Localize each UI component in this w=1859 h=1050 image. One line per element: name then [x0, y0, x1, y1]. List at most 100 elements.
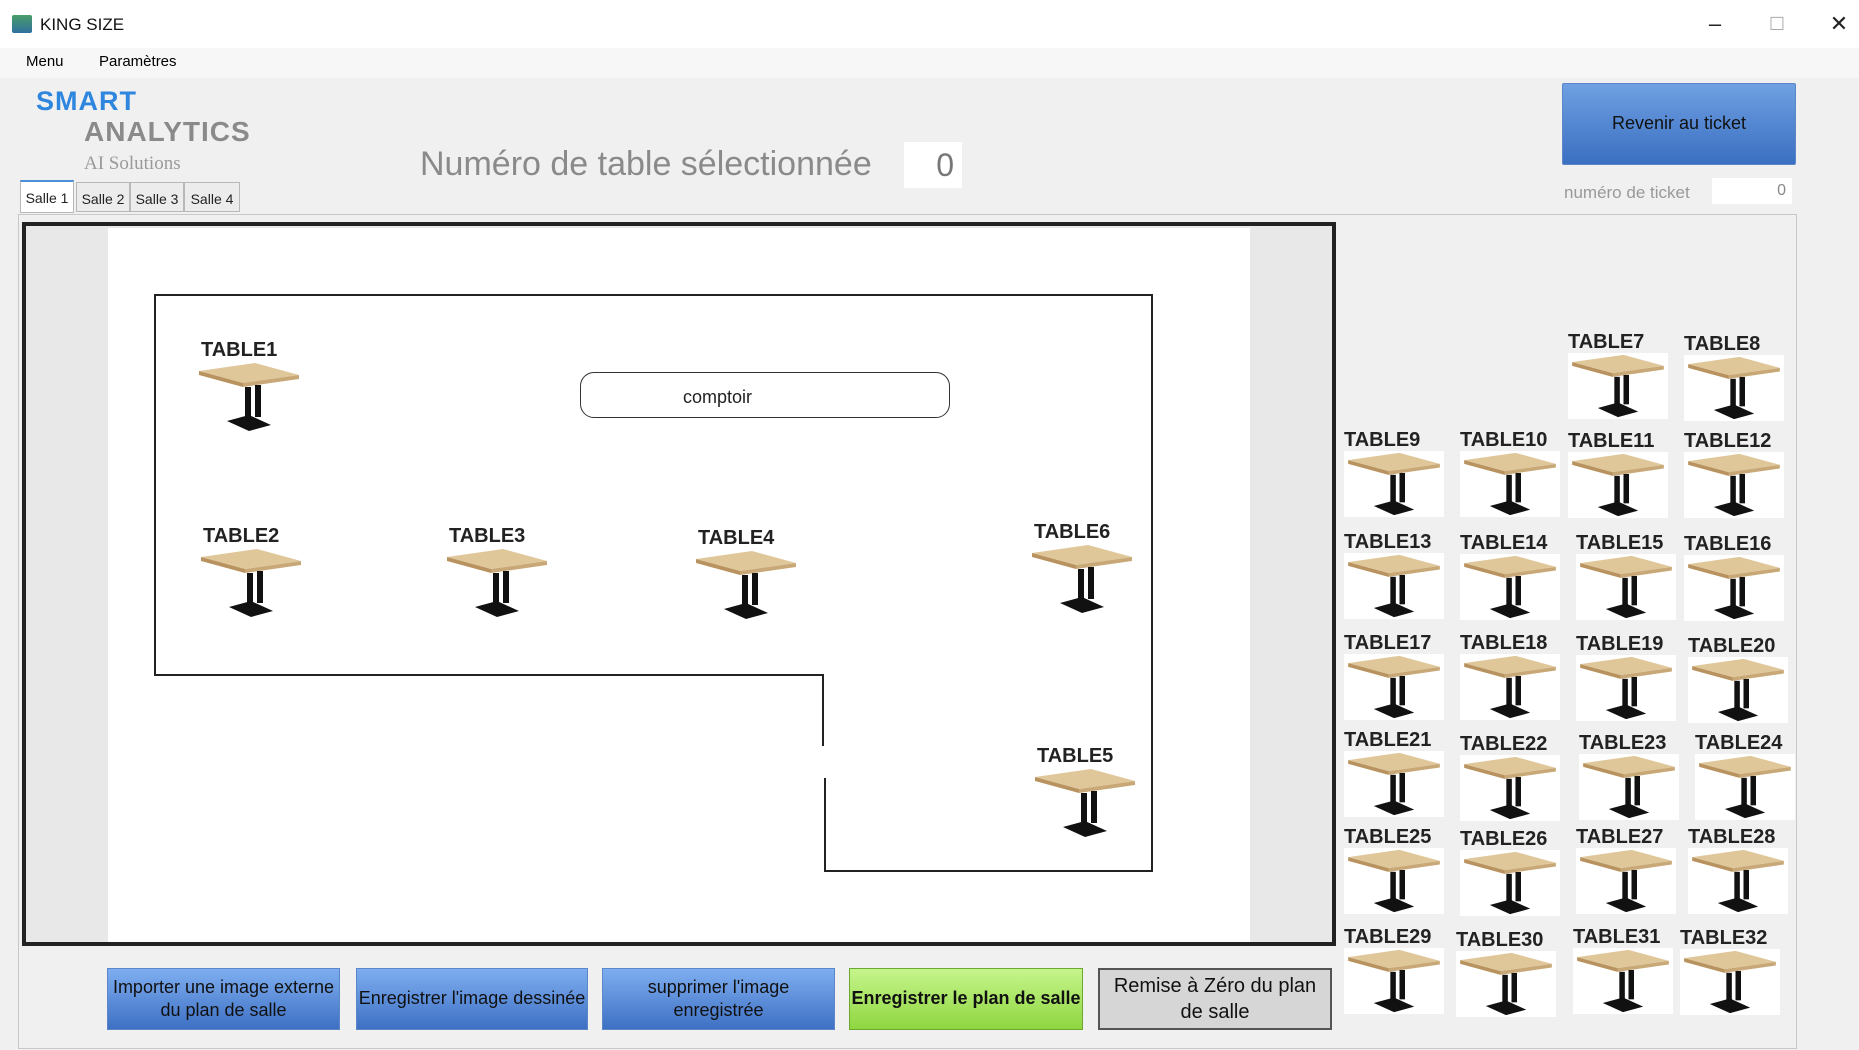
- logo-ai-solutions: AI Solutions: [84, 153, 181, 174]
- side-table-20[interactable]: TABLE20: [1686, 635, 1796, 735]
- back-to-ticket-button[interactable]: Revenir au ticket: [1562, 83, 1796, 165]
- side-table-11[interactable]: TABLE11: [1566, 430, 1676, 530]
- side-table-8[interactable]: TABLE8: [1682, 333, 1792, 433]
- table-label: TABLE29: [1344, 926, 1432, 948]
- side-table-22[interactable]: TABLE22: [1458, 733, 1568, 833]
- table-label: TABLE8: [1684, 333, 1761, 355]
- tab-salle-1[interactable]: Salle 1: [20, 180, 74, 213]
- side-table-18[interactable]: TABLE18: [1458, 632, 1568, 732]
- minimize-icon[interactable]: –: [1700, 10, 1730, 38]
- table-icon: [1576, 554, 1676, 620]
- table-icon: [1684, 555, 1784, 621]
- side-table-13[interactable]: TABLE13: [1342, 531, 1452, 631]
- menu-item-menu[interactable]: Menu: [26, 53, 64, 70]
- side-table-7[interactable]: TABLE7: [1566, 331, 1676, 431]
- menu-item-parametres[interactable]: Paramètres: [99, 53, 177, 70]
- table-label: TABLE26: [1460, 828, 1548, 850]
- table-label: TABLE14: [1460, 532, 1548, 554]
- table-label: TABLE9: [1344, 429, 1421, 451]
- save-floor-plan-button[interactable]: Enregistrer le plan de salle: [849, 968, 1083, 1030]
- table-icon: [199, 363, 299, 431]
- plan-table-3[interactable]: TABLE3: [445, 525, 550, 620]
- side-table-31[interactable]: TABLE31: [1571, 926, 1681, 1024]
- table-icon: [1032, 545, 1132, 613]
- side-table-23[interactable]: TABLE23: [1577, 732, 1687, 832]
- delete-image-button[interactable]: supprimer l'image enregistrée: [602, 968, 835, 1030]
- table-label: TABLE7: [1568, 331, 1645, 353]
- table-icon: [696, 551, 796, 619]
- plan-table-5[interactable]: TABLE5: [1033, 745, 1138, 840]
- table-label: TABLE11: [1568, 430, 1655, 452]
- side-table-19[interactable]: TABLE19: [1574, 633, 1684, 733]
- table-icon: [1035, 769, 1135, 837]
- save-drawn-image-button[interactable]: Enregistrer l'image dessinée: [356, 968, 588, 1030]
- table-label: TABLE10: [1460, 429, 1548, 451]
- side-table-14[interactable]: TABLE14: [1458, 532, 1568, 632]
- table-label: TABLE25: [1344, 826, 1432, 848]
- side-table-28[interactable]: TABLE28: [1686, 826, 1796, 926]
- title-bar: [0, 0, 1859, 48]
- table-icon: [1576, 655, 1676, 721]
- table-label: TABLE12: [1684, 430, 1772, 452]
- wall-bottom: [824, 870, 1153, 872]
- tab-salle-4[interactable]: Salle 4: [184, 182, 240, 212]
- table-label: TABLE5: [1037, 745, 1114, 767]
- side-table-27[interactable]: TABLE27: [1574, 826, 1684, 926]
- side-table-26[interactable]: TABLE26: [1458, 828, 1568, 928]
- logo-smart: SMART: [36, 86, 137, 116]
- ticket-number-label: numéro de ticket: [1564, 183, 1690, 202]
- table-icon: [1576, 848, 1676, 914]
- plan-table-1[interactable]: TABLE1: [197, 339, 302, 434]
- side-table-9[interactable]: TABLE9: [1342, 429, 1452, 529]
- table-icon: [1688, 848, 1788, 914]
- table-icon: [1344, 751, 1444, 817]
- table-icon: [1460, 755, 1560, 821]
- table-label: TABLE4: [698, 527, 775, 549]
- side-table-24[interactable]: TABLE24: [1693, 732, 1803, 832]
- table-label: TABLE2: [203, 525, 280, 547]
- side-table-30[interactable]: TABLE30: [1454, 929, 1564, 1027]
- menu-bar: [0, 48, 1859, 78]
- maximize-icon[interactable]: ☐: [1762, 10, 1792, 38]
- table-label: TABLE24: [1695, 732, 1783, 754]
- table-icon: [1688, 657, 1788, 723]
- table-label: TABLE20: [1688, 635, 1776, 657]
- plan-table-4[interactable]: TABLE4: [694, 527, 799, 622]
- side-table-12[interactable]: TABLE12: [1682, 430, 1792, 530]
- table-icon: [1460, 554, 1560, 620]
- side-table-29[interactable]: TABLE29: [1342, 926, 1452, 1024]
- table-icon: [1568, 452, 1668, 518]
- ticket-number-field[interactable]: 0: [1712, 178, 1792, 204]
- tab-salle-2[interactable]: Salle 2: [76, 182, 130, 212]
- side-table-32[interactable]: TABLE32: [1678, 927, 1788, 1025]
- side-table-16[interactable]: TABLE16: [1682, 533, 1792, 633]
- logo-analytics: ANALYTICS: [84, 116, 251, 147]
- selected-table-field[interactable]: 0: [904, 142, 962, 188]
- table-label: TABLE28: [1688, 826, 1776, 848]
- import-image-button[interactable]: Importer une image externe du plan de sa…: [107, 968, 340, 1030]
- close-icon[interactable]: ✕: [1824, 10, 1854, 38]
- table-label: TABLE22: [1460, 733, 1548, 755]
- table-icon: [1460, 654, 1560, 720]
- table-label: TABLE13: [1344, 531, 1432, 553]
- app-icon: [12, 15, 32, 33]
- table-icon: [1568, 353, 1668, 419]
- table-label: TABLE15: [1576, 532, 1664, 554]
- side-table-25[interactable]: TABLE25: [1342, 826, 1452, 926]
- reset-floor-plan-button[interactable]: Remise à Zéro du plan de salle: [1098, 968, 1332, 1030]
- side-table-17[interactable]: TABLE17: [1342, 632, 1452, 732]
- side-table-21[interactable]: TABLE21: [1342, 729, 1452, 829]
- table-icon: [1684, 452, 1784, 518]
- table-label: TABLE23: [1579, 732, 1667, 754]
- table-icon: [447, 549, 547, 617]
- tab-salle-3[interactable]: Salle 3: [130, 182, 184, 212]
- side-table-10[interactable]: TABLE10: [1458, 429, 1568, 529]
- table-label: TABLE1: [201, 339, 278, 361]
- plan-table-2[interactable]: TABLE2: [199, 525, 304, 620]
- wall-mid: [154, 674, 824, 676]
- table-label: TABLE18: [1460, 632, 1548, 654]
- table-icon: [1579, 754, 1679, 820]
- side-table-15[interactable]: TABLE15: [1574, 532, 1684, 632]
- plan-table-6[interactable]: TABLE6: [1030, 521, 1135, 616]
- counter-shape[interactable]: [580, 372, 950, 418]
